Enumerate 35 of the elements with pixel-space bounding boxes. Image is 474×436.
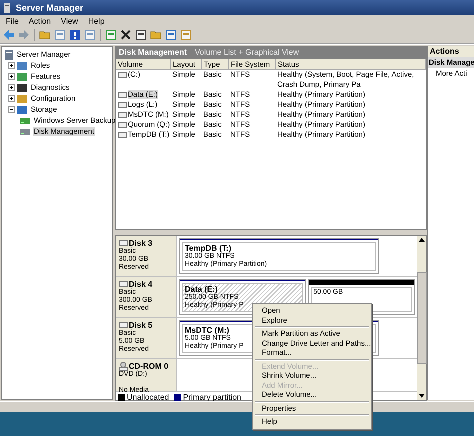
partition-name: MsDTC (M:) — [185, 326, 230, 335]
expand-toggle[interactable] — [8, 95, 15, 102]
pane-title: Disk Management — [119, 48, 188, 56]
disc-drive-icon — [119, 362, 128, 370]
scroll-down-icon[interactable] — [418, 392, 426, 400]
menu-item[interactable]: File — [6, 16, 19, 26]
partition-name: Data (E:) — [185, 285, 218, 294]
server-icon — [4, 50, 15, 60]
disk-name: CD-ROM 0 — [129, 362, 169, 370]
drive-icon — [20, 116, 31, 126]
expand-toggle[interactable] — [8, 73, 15, 80]
disk-name: Disk 5 — [129, 320, 153, 330]
view-label: Volume List + Graphical View — [195, 48, 300, 56]
window-title: Server Manager — [16, 2, 84, 12]
menu-item[interactable]: Help — [88, 16, 105, 26]
legend-label: Unallocated — [127, 393, 170, 402]
disk-name: Disk 3 — [129, 238, 153, 248]
scrollbar[interactable] — [417, 236, 426, 400]
actions-header: Actions — [428, 46, 474, 57]
drive-icon — [118, 72, 127, 78]
legend-label: Primary partition — [183, 393, 242, 402]
delete-icon[interactable] — [120, 29, 132, 41]
drive-icon — [20, 126, 31, 136]
help-icon[interactable] — [69, 29, 81, 41]
toolbar-icon[interactable] — [135, 29, 147, 41]
scroll-up-icon[interactable] — [418, 236, 426, 244]
menu-item[interactable]: View — [61, 16, 78, 26]
toolbar-icon[interactable] — [165, 29, 177, 41]
partition-name: TempDB (T:) — [185, 244, 232, 253]
expand-toggle[interactable] — [8, 106, 15, 113]
expand-toggle[interactable] — [8, 84, 15, 91]
server-icon — [3, 2, 13, 12]
expand-toggle[interactable] — [8, 62, 15, 69]
disk-name: Disk 4 — [129, 280, 153, 288]
menu-item[interactable]: Action — [28, 16, 52, 26]
